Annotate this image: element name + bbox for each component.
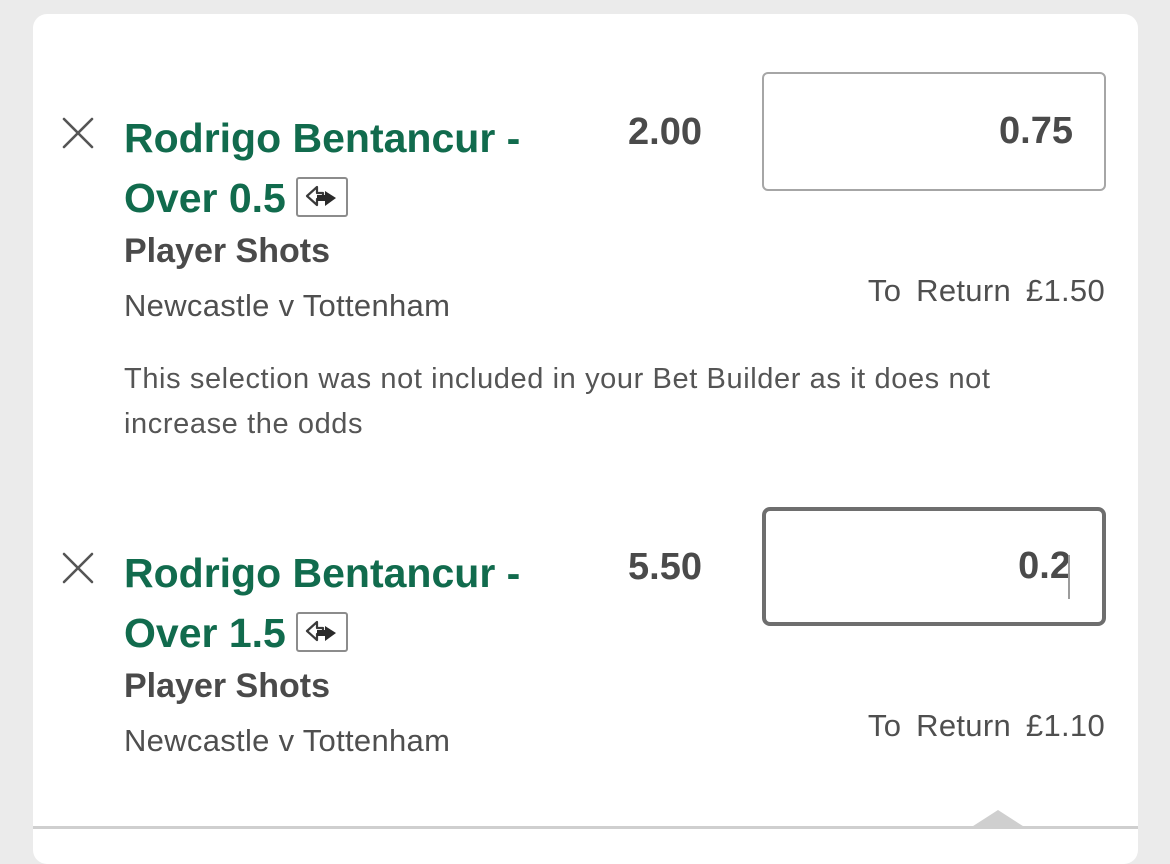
bet-builder-notice: This selection was not included in your … [124, 363, 991, 440]
odds-value: 2.00 [628, 111, 702, 153]
market-name: Player Shots [124, 667, 330, 705]
stake-input[interactable] [762, 507, 1106, 626]
stake-input[interactable] [762, 72, 1106, 191]
text-caret [1068, 555, 1070, 599]
swap-arrows-icon[interactable] [295, 177, 348, 218]
swap-arrows-icon[interactable] [295, 612, 348, 653]
selection-name-line2: Over 0.5 [124, 175, 286, 221]
selection-name-line1: Rodrigo Bentancur - [124, 550, 521, 596]
to-return-value: To Return £1.50 [867, 273, 1105, 308]
to-return-value: To Return £1.10 [867, 708, 1105, 743]
betslip-card: Rodrigo Bentancur - Over 0.5 2.00 Player… [33, 14, 1138, 864]
odds-value: 5.50 [628, 546, 702, 588]
close-icon [62, 552, 94, 584]
selection-name: Rodrigo Bentancur - Over 0.5 [124, 108, 594, 228]
remove-selection-button[interactable] [60, 550, 96, 586]
pointer-arrow-icon [970, 810, 1026, 828]
close-icon [62, 117, 94, 149]
remove-selection-button[interactable] [60, 115, 96, 151]
selection-name: Rodrigo Bentancur - Over 1.5 [124, 543, 594, 663]
selection-name-line2: Over 1.5 [124, 610, 286, 656]
selection-name-line1: Rodrigo Bentancur - [124, 115, 521, 161]
market-name: Player Shots [124, 232, 330, 270]
event-name: Newcastle v Tottenham [124, 723, 451, 758]
event-name: Newcastle v Tottenham [124, 288, 451, 323]
